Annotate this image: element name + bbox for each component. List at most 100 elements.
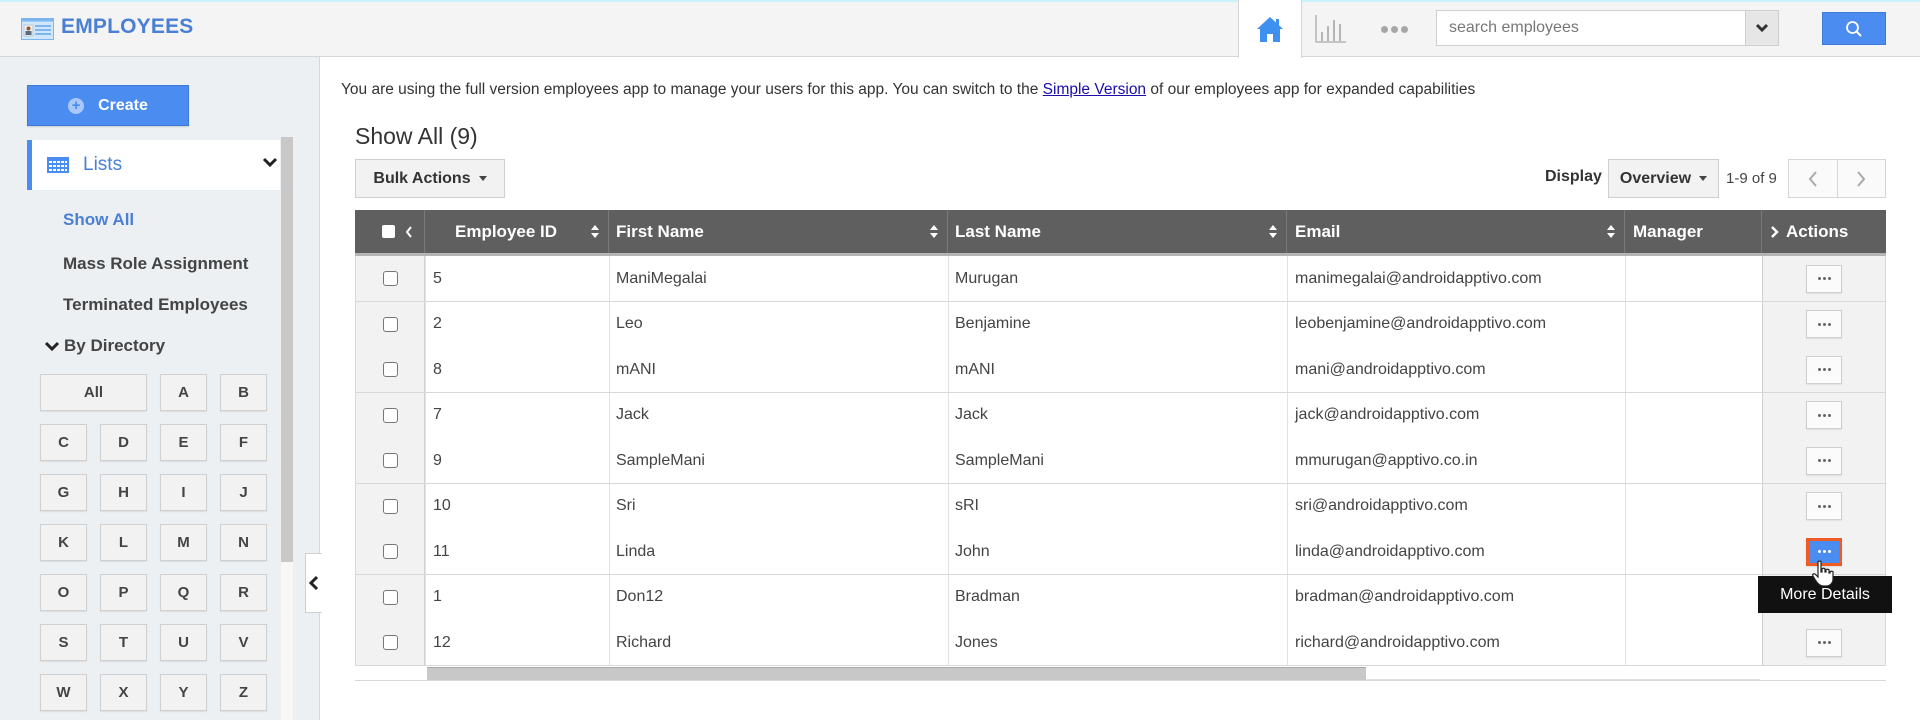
alpha-filter-q[interactable]: Q xyxy=(160,574,207,611)
search-input[interactable] xyxy=(1437,11,1745,45)
alpha-filter-u[interactable]: U xyxy=(160,624,207,661)
table-row[interactable]: 7 Jack Jack jack@androidapptivo.com xyxy=(355,392,1886,439)
alpha-filter-g[interactable]: G xyxy=(40,474,87,511)
cell-email: leobenjamine@androidapptivo.com xyxy=(1295,315,1547,332)
more-details-button[interactable] xyxy=(1806,401,1842,429)
cell-first: Leo xyxy=(616,315,643,332)
search-button[interactable] xyxy=(1822,12,1886,45)
sort-icon[interactable] xyxy=(1606,224,1616,239)
column-header-employee-id[interactable]: Employee ID xyxy=(425,210,609,253)
alpha-filter-p[interactable]: P xyxy=(100,574,147,611)
collapse-sidebar-handle[interactable] xyxy=(305,553,322,613)
select-all-checkbox[interactable] xyxy=(382,225,395,238)
by-directory-toggle[interactable]: By Directory xyxy=(44,336,165,356)
alpha-filter-o[interactable]: O xyxy=(40,574,87,611)
alpha-filter-s[interactable]: S xyxy=(40,624,87,661)
simple-version-link[interactable]: Simple Version xyxy=(1043,81,1146,98)
ellipsis-dot xyxy=(1817,504,1821,508)
alpha-filter-j[interactable]: J xyxy=(220,474,267,511)
cell-manager xyxy=(1625,529,1762,574)
next-page-button[interactable] xyxy=(1836,160,1886,197)
row-actions-cell xyxy=(1762,483,1886,529)
row-checkbox[interactable] xyxy=(382,453,398,468)
alpha-filter-all[interactable]: All xyxy=(40,374,147,411)
cell-email: richard@androidapptivo.com xyxy=(1295,633,1500,651)
cell-email: mmurugan@apptivo.co.in xyxy=(1295,451,1478,469)
alpha-filter-t[interactable]: T xyxy=(100,624,147,661)
alpha-filter-v[interactable]: V xyxy=(220,624,267,661)
search-filter-dropdown[interactable] xyxy=(1745,11,1778,45)
sort-icon[interactable] xyxy=(929,224,939,239)
more-details-button[interactable] xyxy=(1806,628,1842,657)
alpha-filter-f[interactable]: F xyxy=(220,424,267,461)
table-horizontal-scrollbar[interactable] xyxy=(427,667,1760,680)
ellipsis-dot xyxy=(1827,413,1831,417)
alpha-filter-h[interactable]: H xyxy=(100,474,147,511)
column-header-manager[interactable]: Manager xyxy=(1625,210,1762,253)
row-checkbox[interactable] xyxy=(382,362,398,377)
cell-email: sri@androidapptivo.com xyxy=(1295,497,1468,514)
more-details-button[interactable] xyxy=(1806,492,1842,520)
alpha-filter-x[interactable]: X xyxy=(100,674,147,711)
alpha-filter-y[interactable]: Y xyxy=(160,674,207,711)
column-header-last-name[interactable]: Last Name xyxy=(948,210,1287,253)
sidebar-scrollbar-thumb[interactable] xyxy=(281,137,293,562)
row-checkbox[interactable] xyxy=(382,498,398,514)
previous-page-button[interactable] xyxy=(1789,160,1837,197)
table-row[interactable]: 8 mANI mANI mani@androidapptivo.com xyxy=(355,347,1886,393)
alpha-filter-m[interactable]: M xyxy=(160,524,207,561)
nav-home[interactable] xyxy=(1238,0,1302,58)
alpha-filter-a[interactable]: A xyxy=(160,374,207,411)
cell-last: Benjamine xyxy=(955,315,1031,332)
sort-icon[interactable] xyxy=(1268,224,1278,239)
more-icon[interactable] xyxy=(1374,16,1414,42)
row-checkbox[interactable] xyxy=(382,316,398,332)
table-row[interactable]: 11 Linda John linda@androidapptivo.com xyxy=(355,529,1886,575)
display-mode-select[interactable]: Overview xyxy=(1608,159,1719,198)
more-details-button[interactable] xyxy=(1806,310,1842,338)
alpha-filter-c[interactable]: C xyxy=(40,424,87,461)
alpha-filter-i[interactable]: I xyxy=(160,474,207,511)
table-horizontal-scrollbar-thumb[interactable] xyxy=(427,667,1366,680)
column-header-first-name[interactable]: First Name xyxy=(609,210,948,253)
nav-reports[interactable] xyxy=(1313,12,1349,46)
table-row[interactable]: 9 SampleMani SampleMani mmurugan@apptivo.co… xyxy=(355,438,1886,484)
row-checkbox[interactable] xyxy=(382,407,398,423)
alpha-filter-n[interactable]: N xyxy=(220,524,267,561)
table-row[interactable]: 12 Richard Jones richard@androidapptivo.com xyxy=(355,620,1886,666)
alpha-filter-k[interactable]: K xyxy=(40,524,87,561)
more-details-button[interactable] xyxy=(1806,446,1842,475)
row-checkbox[interactable] xyxy=(382,635,398,650)
alpha-filter-w[interactable]: W xyxy=(40,674,87,711)
table-row[interactable]: 5 ManiMegalai Murugan manimegalai@androidap… xyxy=(355,256,1886,302)
row-actions-cell xyxy=(1762,301,1886,347)
sidebar-scrollbar[interactable] xyxy=(281,137,293,720)
sort-icon[interactable] xyxy=(590,224,600,239)
table-row[interactable]: 2 Leo Benjamine leobenjamine@androidapptivo… xyxy=(355,301,1886,348)
more-details-button[interactable] xyxy=(1806,355,1842,384)
alpha-filter-b[interactable]: B xyxy=(220,374,267,411)
chevron-left-icon[interactable] xyxy=(405,225,413,238)
alpha-filter-l[interactable]: L xyxy=(100,524,147,561)
table-row[interactable]: 10 Sri sRI sri@androidapptivo.com xyxy=(355,483,1886,530)
sidebar-item-show-all[interactable]: Show All xyxy=(63,210,134,230)
alpha-filter-r[interactable]: R xyxy=(220,574,267,611)
row-checkbox[interactable] xyxy=(382,544,398,559)
alpha-filter-d[interactable]: D xyxy=(100,424,147,461)
row-checkbox[interactable] xyxy=(382,271,398,286)
chevron-down-icon xyxy=(262,157,278,168)
column-header-email[interactable]: Email xyxy=(1287,210,1625,253)
alpha-filter-e[interactable]: E xyxy=(160,424,207,461)
more-details-button[interactable] xyxy=(1806,264,1842,293)
bulk-actions-dropdown[interactable]: Bulk Actions xyxy=(355,159,505,198)
row-select-cell xyxy=(355,392,425,438)
row-checkbox[interactable] xyxy=(382,589,398,605)
chevron-right-icon[interactable] xyxy=(1770,225,1780,239)
cell-manager xyxy=(1625,575,1762,620)
lists-section-header[interactable]: Lists xyxy=(27,140,280,190)
create-button[interactable]: + Create xyxy=(27,85,189,126)
sidebar-item-terminated-employees[interactable]: Terminated Employees xyxy=(63,295,248,315)
sidebar-item-mass-role-assignment[interactable]: Mass Role Assignment xyxy=(63,254,248,274)
alpha-filter-z[interactable]: Z xyxy=(220,674,267,711)
table-row[interactable]: 1 Don12 Bradman bradman@androidapptivo.com xyxy=(355,574,1886,621)
